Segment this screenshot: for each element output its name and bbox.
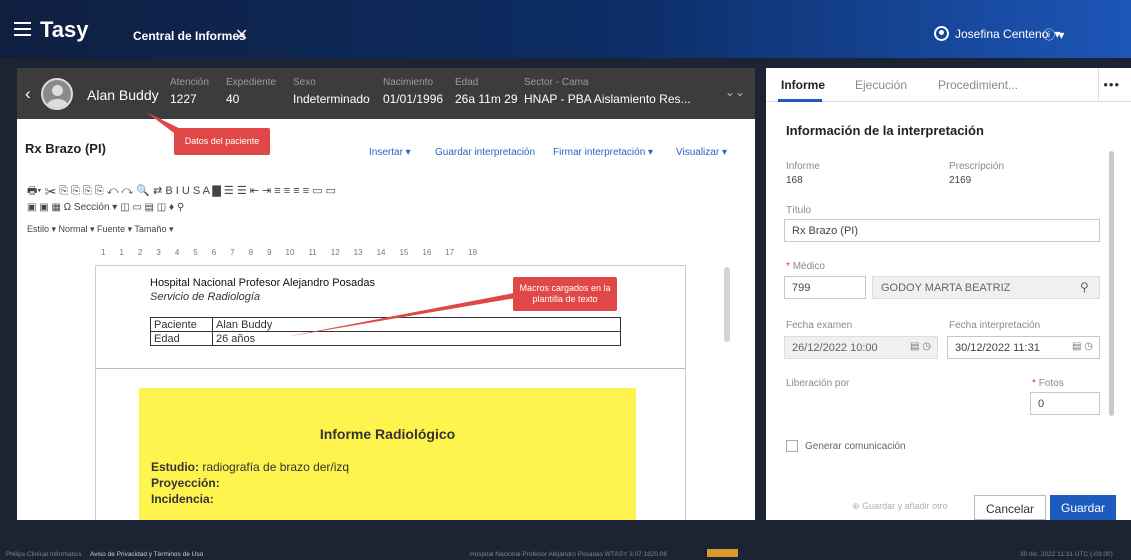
panel-scrollbar[interactable] xyxy=(1109,151,1114,416)
fecha-examen-field: 26/12/2022 10:00 ▤ ◷ xyxy=(784,336,938,359)
divider xyxy=(1098,68,1099,101)
prescripcion-value: 2169 xyxy=(949,175,972,186)
section-heading: Información de la interpretación xyxy=(786,123,984,138)
footer: Philips Clinical Informatics Aviso de Pr… xyxy=(0,548,1131,560)
calendar-icon: ▤ ◷ xyxy=(910,341,931,352)
patient-data-callout: Datos del paciente xyxy=(174,128,270,155)
tab-ejecucion[interactable]: Ejecución xyxy=(855,78,907,92)
fecha-interpretacion-label: Fecha interpretación xyxy=(949,320,1041,331)
calendar-icon[interactable]: ▤ ◷ xyxy=(1072,341,1093,352)
medico-code-input[interactable]: 799 xyxy=(784,276,866,299)
prescripcion-label: Prescripción xyxy=(949,161,1005,172)
footer-company: Philips Clinical Informatics xyxy=(6,551,82,558)
titulo-label: Título xyxy=(786,205,812,216)
informe-label: Informe xyxy=(786,161,820,172)
guardar-otro-button[interactable]: ⊕ Guardar y añadir otro xyxy=(852,501,948,512)
footer-datetime: 30 dic. 2022 11:31 UTC (-03:00) xyxy=(1020,551,1113,558)
plus-icon: ⊕ xyxy=(852,501,860,511)
footer-version: Hospital Nacional Profesor Alejandro Pos… xyxy=(470,551,668,558)
fecha-examen-label: Fecha examen xyxy=(786,320,853,331)
fecha-interpretacion-input[interactable]: 30/12/2022 11:31 ▤ ◷ xyxy=(947,336,1100,359)
tab-procedimiento[interactable]: Procedimient... xyxy=(938,78,1018,92)
titulo-input[interactable]: Rx Brazo (PI) xyxy=(784,219,1100,242)
search-icon[interactable]: ⚲ xyxy=(1080,280,1089,294)
medico-label: * Médico xyxy=(786,261,825,272)
fotos-label: * Fotos xyxy=(1032,378,1064,389)
interpretation-pane: Informe Ejecución Procedimient... ••• In… xyxy=(766,68,1131,520)
more-icon[interactable]: ••• xyxy=(1103,77,1120,92)
active-tab-indicator xyxy=(778,99,822,102)
privacy-link[interactable]: Aviso de Privacidad y Términos de Uso xyxy=(90,551,203,558)
save-button[interactable]: Guardar xyxy=(1050,495,1117,520)
medico-name-field: GODOY MARTA BEATRIZ xyxy=(872,276,1100,299)
informe-value: 168 xyxy=(786,175,803,186)
tab-informe[interactable]: Informe xyxy=(781,78,825,92)
generar-comunicacion-checkbox[interactable] xyxy=(786,440,798,452)
status-badge xyxy=(707,549,738,557)
liberacion-label: Liberación por xyxy=(786,378,850,389)
generar-comunicacion-label: Generar comunicación xyxy=(805,441,906,452)
cancel-button[interactable]: Cancelar xyxy=(974,495,1047,520)
fotos-input[interactable]: 0 xyxy=(1030,392,1100,415)
macros-callout: Macros cargados en la plantilla de texto xyxy=(513,277,617,311)
